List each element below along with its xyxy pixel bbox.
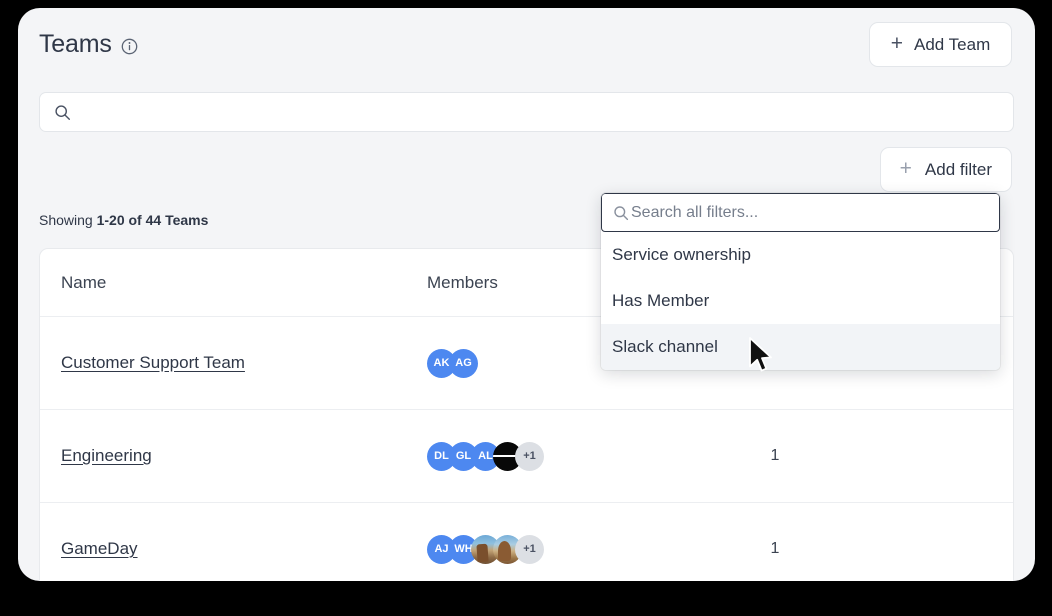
column-header-name[interactable]: Name — [61, 273, 427, 293]
teams-search-bar[interactable] — [39, 92, 1014, 132]
filter-search-field[interactable] — [601, 193, 1000, 232]
page-title: Teams — [39, 30, 112, 58]
cell-members: AJ WH +1 — [427, 534, 685, 564]
avatar-overflow-badge[interactable]: +1 — [515, 441, 544, 471]
add-filter-label: Add filter — [924, 159, 992, 179]
avatar-overflow-badge[interactable]: +1 — [515, 534, 544, 564]
search-icon — [613, 205, 629, 221]
cell-name: Customer Support Team — [61, 353, 427, 373]
add-filter-button[interactable]: + Add filter — [879, 147, 1012, 192]
screen: Teams + Add Team + Add filter Showing 1-… — [0, 0, 1052, 616]
team-link[interactable]: GameDay — [61, 539, 138, 558]
table-row: Engineering DL GL AL +1 1 — [40, 410, 1013, 503]
avatar-stack: DL GL AL +1 — [427, 441, 685, 471]
cell-count: 1 — [685, 540, 865, 558]
info-circle-icon[interactable] — [121, 38, 138, 55]
results-count: Showing 1-20 of 44 Teams — [39, 212, 208, 228]
search-icon — [54, 104, 71, 121]
table-row: GameDay AJ WH +1 1 — [40, 503, 1013, 581]
team-link[interactable]: Customer Support Team — [61, 353, 245, 372]
avatar-stack: AJ WH +1 — [427, 534, 685, 564]
cell-name: Engineering — [61, 446, 427, 466]
avatar[interactable]: AG — [449, 348, 478, 378]
search-input[interactable] — [80, 103, 999, 121]
add-team-button[interactable]: + Add Team — [869, 22, 1012, 67]
cell-name: GameDay — [61, 539, 427, 559]
page-header: Teams + Add Team — [18, 8, 1035, 82]
cell-members: DL GL AL +1 — [427, 441, 685, 471]
count-value: 1 — [770, 447, 780, 464]
cell-count: 1 — [685, 447, 865, 465]
showing-range: 1-20 of 44 Teams — [96, 212, 209, 228]
count-value: 1 — [770, 540, 780, 557]
filter-option[interactable]: Has Member — [601, 278, 1000, 324]
add-team-label: Add Team — [914, 34, 991, 54]
filter-option[interactable]: Service ownership — [601, 232, 1000, 278]
filter-options-list: Service ownership Has Member Slack channel — [601, 232, 1000, 370]
plus-icon: + — [890, 32, 904, 55]
page-title-group: Teams — [39, 30, 138, 59]
showing-prefix: Showing — [39, 212, 97, 228]
plus-icon: + — [899, 157, 912, 180]
filter-dropdown: Service ownershipHas MemberSlack channel — [601, 193, 1000, 370]
filter-option[interactable]: Slack channel — [601, 324, 1000, 370]
team-link[interactable]: Engineering — [61, 446, 152, 465]
filter-search-input[interactable] — [631, 203, 988, 222]
